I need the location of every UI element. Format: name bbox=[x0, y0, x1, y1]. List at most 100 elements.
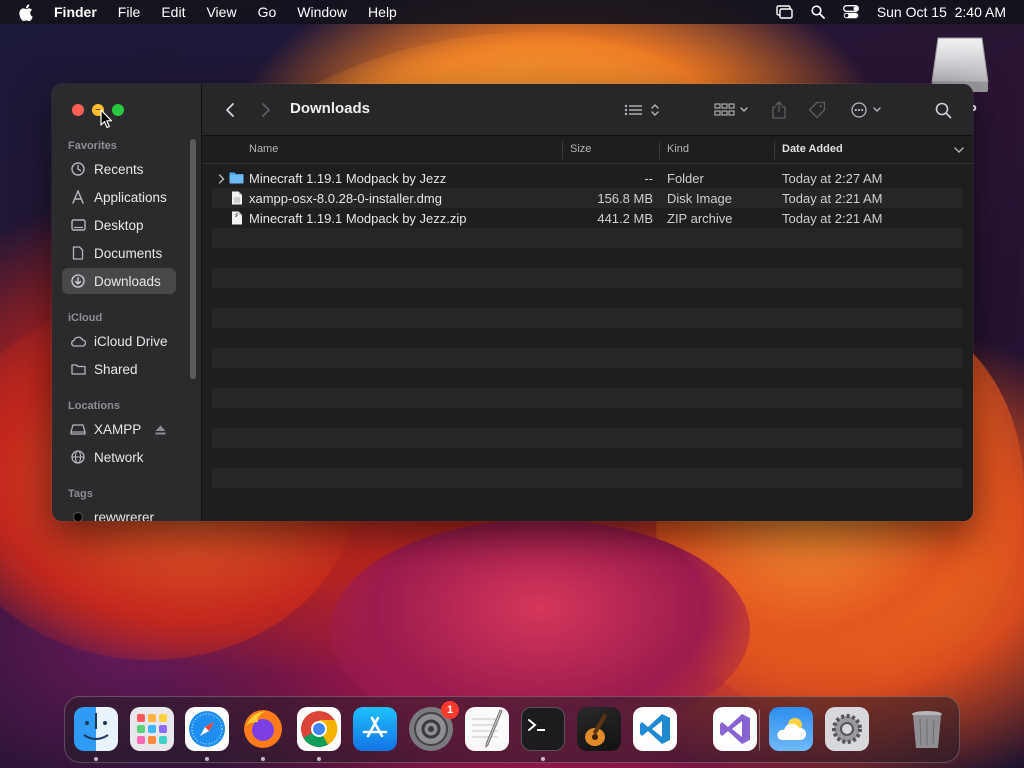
finder-app-icon[interactable] bbox=[74, 707, 118, 751]
empty-row bbox=[212, 388, 962, 408]
terminal-app-icon[interactable] bbox=[521, 707, 565, 751]
empty-row bbox=[212, 348, 962, 368]
sidebar-item-icloud-drive[interactable]: iCloud Drive bbox=[62, 328, 176, 354]
sidebar-item-recents[interactable]: Recents bbox=[62, 156, 176, 182]
menu-window[interactable]: Window bbox=[297, 4, 347, 20]
running-indicator bbox=[94, 757, 98, 761]
visual-studio-app-icon[interactable] bbox=[713, 707, 757, 751]
column-divider[interactable] bbox=[562, 141, 563, 159]
file-name: Minecraft 1.19.1 Modpack by Jezz bbox=[249, 171, 447, 186]
sidebar-item-shared[interactable]: Shared bbox=[62, 356, 176, 382]
menu-help[interactable]: Help bbox=[368, 4, 397, 20]
tag-color-dot-icon bbox=[70, 509, 86, 521]
file-kind: ZIP archive bbox=[667, 211, 733, 226]
sidebar-item-documents[interactable]: Documents bbox=[62, 240, 176, 266]
sidebar-section-locations: Locations bbox=[68, 400, 120, 412]
mouse-cursor-icon bbox=[100, 109, 113, 129]
sidebar-item-label: Documents bbox=[94, 245, 163, 261]
action-menu-button[interactable] bbox=[848, 100, 888, 120]
file-size: -- bbox=[644, 171, 653, 186]
sidebar-item-downloads[interactable]: Downloads bbox=[62, 268, 176, 294]
textedit-app-icon[interactable] bbox=[465, 707, 509, 751]
spotlight-search-icon[interactable] bbox=[811, 5, 825, 19]
sidebar-item-desktop[interactable]: Desktop bbox=[62, 212, 176, 238]
applications-icon bbox=[70, 189, 86, 205]
drive-icon bbox=[70, 421, 86, 437]
tag-button[interactable] bbox=[806, 100, 828, 120]
screen-mirroring-icon[interactable] bbox=[776, 5, 793, 19]
sort-chevron-icon[interactable] bbox=[954, 145, 964, 157]
sidebar-item-applications[interactable]: Applications bbox=[62, 184, 176, 210]
sidebar-item-network[interactable]: Network bbox=[62, 444, 176, 470]
search-button[interactable] bbox=[932, 100, 954, 120]
column-kind[interactable]: Kind bbox=[667, 143, 689, 155]
empty-row bbox=[212, 488, 962, 508]
sidebar-scrollbar[interactable] bbox=[190, 139, 196, 379]
file-size: 441.2 MB bbox=[597, 211, 653, 226]
table-row[interactable]: xampp-osx-8.0.28-0-installer.dmg 156.8 M… bbox=[212, 188, 962, 208]
empty-row bbox=[212, 228, 962, 248]
finder-toolbar: Downloads bbox=[202, 84, 973, 136]
download-icon bbox=[70, 273, 86, 289]
menu-app-name[interactable]: Finder bbox=[54, 4, 97, 20]
app-store-icon[interactable] bbox=[353, 707, 397, 751]
notification-badge: 1 bbox=[441, 701, 459, 719]
column-divider[interactable] bbox=[774, 141, 775, 159]
finder-content: Downloads Name Size Kind Date Added Mine… bbox=[202, 84, 973, 521]
column-divider[interactable] bbox=[659, 141, 660, 159]
firefox-app-icon[interactable] bbox=[241, 707, 285, 751]
sidebar-item-label: XAMPP bbox=[94, 421, 142, 437]
running-indicator bbox=[205, 757, 209, 761]
column-date-added[interactable]: Date Added bbox=[782, 143, 843, 155]
menu-file[interactable]: File bbox=[118, 4, 141, 20]
empty-row bbox=[212, 268, 962, 288]
sidebar-item-label: Recents bbox=[94, 161, 144, 177]
table-row[interactable]: Minecraft 1.19.1 Modpack by Jezz -- Fold… bbox=[212, 168, 962, 188]
menu-edit[interactable]: Edit bbox=[161, 4, 185, 20]
empty-row bbox=[212, 308, 962, 328]
running-indicator bbox=[317, 757, 321, 761]
sidebar-item-tag[interactable]: rewwrerer bbox=[62, 504, 176, 521]
garageband-app-icon[interactable] bbox=[577, 707, 621, 751]
share-button[interactable] bbox=[768, 100, 790, 120]
trash-app-icon[interactable] bbox=[905, 707, 949, 751]
launchpad-app-icon[interactable] bbox=[130, 707, 174, 751]
menu-view[interactable]: View bbox=[206, 4, 236, 20]
globe-icon bbox=[70, 449, 86, 465]
disclosure-triangle-icon[interactable] bbox=[218, 172, 225, 187]
view-options-button[interactable] bbox=[622, 100, 662, 120]
sidebar-section-tags: Tags bbox=[68, 488, 93, 500]
apple-menu-icon[interactable] bbox=[18, 3, 38, 21]
sidebar-item-label: Applications bbox=[94, 189, 167, 205]
window-controls: – bbox=[72, 104, 124, 116]
column-size[interactable]: Size bbox=[570, 143, 591, 155]
file-name: Minecraft 1.19.1 Modpack by Jezz.zip bbox=[249, 211, 467, 226]
empty-row bbox=[212, 448, 962, 468]
chrome-app-icon[interactable] bbox=[297, 707, 341, 751]
menu-go[interactable]: Go bbox=[258, 4, 277, 20]
eject-icon[interactable] bbox=[155, 423, 166, 438]
cloud-icon bbox=[70, 333, 86, 349]
file-list: Minecraft 1.19.1 Modpack by Jezz -- Fold… bbox=[212, 168, 962, 508]
vscode-app-icon[interactable] bbox=[633, 707, 677, 751]
menu-clock[interactable]: Sun Oct 15 2:40 AM bbox=[877, 4, 1006, 20]
system-preferences-icon[interactable]: 1 bbox=[409, 701, 459, 751]
document-icon bbox=[70, 245, 86, 261]
close-button[interactable] bbox=[72, 104, 84, 116]
empty-row bbox=[212, 328, 962, 348]
system-settings-app-icon[interactable] bbox=[825, 707, 869, 751]
sidebar-item-xampp[interactable]: XAMPP bbox=[62, 416, 176, 442]
safari-app-icon[interactable] bbox=[185, 707, 229, 751]
column-name[interactable]: Name bbox=[249, 143, 278, 155]
sidebar-section-favorites: Favorites bbox=[68, 140, 117, 152]
file-size: 156.8 MB bbox=[597, 191, 653, 206]
group-by-button[interactable] bbox=[712, 100, 752, 120]
weather-app-icon[interactable] bbox=[769, 707, 813, 751]
table-row[interactable]: Minecraft 1.19.1 Modpack by Jezz.zip 441… bbox=[212, 208, 962, 228]
control-center-icon[interactable] bbox=[842, 5, 859, 19]
forward-button[interactable] bbox=[258, 100, 274, 120]
column-header: Name Size Kind Date Added bbox=[202, 136, 973, 164]
empty-row bbox=[212, 468, 962, 488]
sidebar-item-label: Network bbox=[94, 449, 144, 465]
back-button[interactable] bbox=[222, 100, 238, 120]
